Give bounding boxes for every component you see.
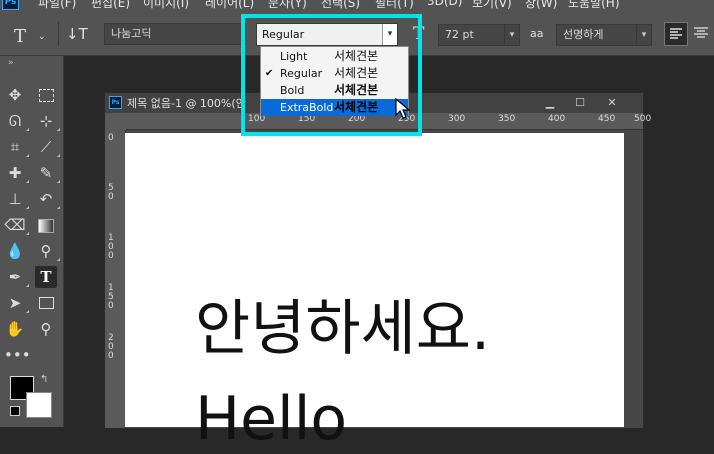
brush-tool-icon[interactable]: ✎: [35, 162, 60, 184]
antialias-field[interactable]: 선명하게 ▾: [556, 24, 652, 46]
font-family-field[interactable]: 나눔고딕: [104, 23, 246, 45]
dodge-tool-icon[interactable]: ⚲: [35, 240, 60, 262]
move-tool-icon[interactable]: ✥: [4, 84, 26, 106]
close-button[interactable]: ✕: [597, 93, 627, 112]
antialias-value: 선명하게: [563, 28, 604, 41]
ruler-label: 350: [498, 114, 516, 124]
menu-filter[interactable]: 필터(T): [375, 0, 414, 11]
align-center-button[interactable]: [690, 22, 714, 46]
type-tool-icon[interactable]: T: [35, 266, 57, 288]
ruler-label: 2 0 0: [108, 333, 114, 361]
document-title: 제목 없음-1 @ 100%(안: [127, 97, 246, 110]
zoom-tool-icon[interactable]: ⚲: [35, 318, 57, 340]
default-colors-icon[interactable]: [10, 406, 20, 416]
menu-bar: Ps 파일(F) 편집(E) 이미지(I) 레이어(L) 문자(Y) 선택(S)…: [0, 0, 714, 12]
menu-select[interactable]: 선택(S): [321, 0, 360, 11]
mouse-cursor-icon: [395, 98, 411, 119]
vertical-ruler[interactable]: 0 5 0 1 0 0 1 5 0 2 0 0: [105, 130, 126, 428]
type-tool-icon[interactable]: T: [14, 26, 26, 47]
font-size-value: 72 pt: [445, 28, 474, 41]
menu-window[interactable]: 창(W): [525, 0, 557, 11]
menu-layer[interactable]: 레이어(L): [205, 0, 254, 11]
canvas-text-english[interactable]: Hello: [195, 389, 347, 449]
ruler-label: 1 5 0: [108, 283, 114, 311]
menu-3d[interactable]: 3D(D): [427, 0, 462, 8]
history-brush-tool-icon[interactable]: ↶: [35, 188, 60, 210]
text-orientation-icon[interactable]: ↓T: [66, 25, 88, 43]
align-left-icon: [670, 28, 682, 39]
eraser-tool-icon[interactable]: ⌫: [4, 214, 29, 236]
rectangle-tool-icon[interactable]: [35, 292, 57, 314]
chevron-down-icon[interactable]: ▾: [504, 25, 519, 45]
font-size-field[interactable]: 72 pt ▾: [438, 24, 520, 46]
background-color-swatch[interactable]: [26, 392, 52, 418]
ruler-label: 1 0 0: [108, 233, 114, 261]
menu-image[interactable]: 이미지(I): [143, 0, 189, 11]
eyedropper-tool-icon[interactable]: ⟋: [35, 136, 60, 158]
healing-brush-tool-icon[interactable]: ✚: [4, 162, 29, 184]
antialias-icon: aa: [530, 27, 544, 40]
quick-select-tool-icon[interactable]: ⊹: [35, 110, 60, 132]
menu-type[interactable]: 문자(Y): [268, 0, 307, 11]
path-selection-tool-icon[interactable]: ➤: [4, 292, 29, 314]
blur-tool-icon[interactable]: 💧: [4, 240, 26, 262]
ruler-label: 300: [448, 114, 466, 124]
font-family-value: 나눔고딕: [111, 27, 152, 40]
pen-tool-icon[interactable]: ✒: [4, 266, 29, 288]
tools-panel: » ✥ ᘏ ⊹ ⌗ ⟋ ✚ ✎ ⊥ ↶ ⌫ 💧 ⚲ ✒ T ➤ ✋ ⚲ ••• …: [0, 56, 64, 427]
ruler-corner: [105, 113, 126, 130]
ruler-label: 400: [548, 114, 566, 124]
align-left-button[interactable]: [664, 22, 688, 46]
ruler-label: 450: [598, 114, 616, 124]
chevron-down-icon[interactable]: ▾: [636, 25, 651, 45]
menu-help[interactable]: 도움말(H): [568, 0, 620, 11]
hand-tool-icon[interactable]: ✋: [4, 318, 26, 340]
panel-collapse-icon[interactable]: »: [8, 58, 14, 68]
photoshop-doc-icon: Ps: [109, 96, 122, 109]
ruler-label: 0: [108, 133, 114, 143]
stamp-tool-icon[interactable]: ⊥: [4, 188, 29, 210]
crop-tool-icon[interactable]: ⌗: [4, 136, 29, 158]
gradient-tool-icon[interactable]: [35, 214, 57, 236]
more-tools-icon[interactable]: •••: [4, 344, 31, 366]
minimize-button[interactable]: ▁: [535, 93, 565, 112]
menu-edit[interactable]: 편집(E): [91, 0, 130, 11]
maximize-button[interactable]: ☐: [565, 93, 595, 112]
menu-view[interactable]: 보기(V): [472, 0, 512, 11]
ruler-label: 5 0: [108, 183, 114, 202]
tool-preset-chevron-icon[interactable]: ⌄: [38, 32, 46, 42]
marquee-tool-icon[interactable]: [35, 84, 57, 106]
lasso-tool-icon[interactable]: ᘏ: [4, 110, 29, 132]
photoshop-logo: Ps: [2, 0, 19, 10]
ruler-label: 500: [634, 114, 652, 124]
canvas[interactable]: 안녕하세요. Hello: [125, 133, 624, 449]
swap-colors-icon[interactable]: ↰: [40, 374, 48, 385]
menu-file[interactable]: 파일(F): [38, 0, 76, 11]
align-center-icon: [694, 27, 708, 38]
canvas-text-korean[interactable]: 안녕하세요.: [195, 299, 490, 359]
divider: [58, 22, 59, 46]
